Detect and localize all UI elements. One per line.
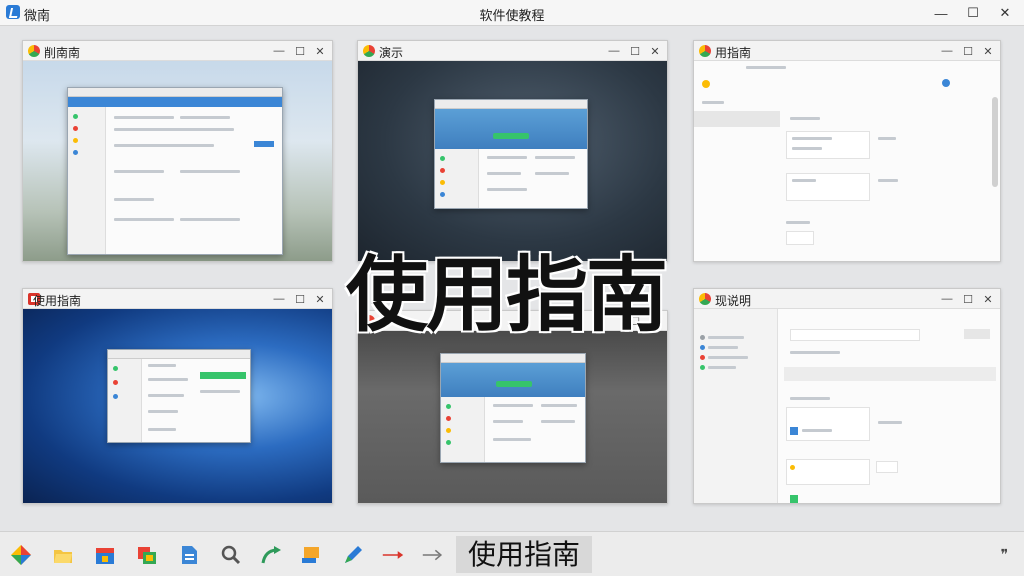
- thumbnail-window-4[interactable]: 使用指南 — ☐ ✕: [22, 288, 333, 504]
- thumbnail-preview: [694, 61, 1000, 261]
- folder-icon[interactable]: [52, 544, 74, 566]
- thumbnail-window-2[interactable]: 演示 — ☐ ✕: [357, 40, 668, 262]
- thumbnail-titlebar: 现说明 — ☐ ✕: [694, 289, 1000, 309]
- thumbnail-minimize-button[interactable]: —: [605, 42, 623, 60]
- thumbnail-close-button[interactable]: ✕: [311, 42, 329, 60]
- diamond-icon[interactable]: [10, 544, 32, 566]
- color-circle-icon: [699, 293, 711, 305]
- thumbnail-close-button[interactable]: ✕: [979, 290, 997, 308]
- preview-app-window: [440, 353, 586, 463]
- thumbnail-minimize-button[interactable]: —: [270, 42, 288, 60]
- red-arrow-icon[interactable]: [382, 544, 404, 566]
- thumbnail-preview: [23, 61, 332, 261]
- thumbnail-minimize-button[interactable]: —: [938, 42, 956, 60]
- arrow-curve-icon[interactable]: [260, 544, 282, 566]
- search-icon[interactable]: [220, 544, 242, 566]
- thumbnail-window-3[interactable]: 用指南 — ☐ ✕: [693, 40, 1001, 262]
- thumbnail-close-button[interactable]: ✕: [311, 290, 329, 308]
- gray-arrow-icon[interactable]: [422, 544, 444, 566]
- window-grid: 削南南 — ☐ ✕ 演示 — ☐ ✕ 用指南 — ☐ ✕ 使用指南 — ☐ ✕ …: [0, 26, 1024, 531]
- thumbnail-preview: [358, 331, 667, 503]
- tray-icon[interactable]: ❞: [1000, 546, 1008, 563]
- gallery-icon[interactable]: [136, 544, 158, 566]
- taskbar-active-app[interactable]: 使用指南: [456, 536, 592, 573]
- preview-app-window: [67, 87, 283, 255]
- thumbnail-maximize-button[interactable]: ☐: [959, 42, 977, 60]
- thumbnail-preview: [23, 309, 332, 503]
- thumbnail-preview: [694, 309, 1000, 503]
- paint-icon[interactable]: [300, 544, 322, 566]
- thumbnail-window-6[interactable]: 现说明 — ☐ ✕: [693, 288, 1001, 504]
- thumbnail-maximize-button[interactable]: ☐: [626, 42, 644, 60]
- overlay-title: 使用指南: [346, 248, 668, 343]
- thumbnail-titlebar: 削南南 — ☐ ✕: [23, 41, 332, 61]
- app-titlebar: 微南 软件使教程 — ☐ ✕: [0, 0, 1024, 26]
- thumbnail-minimize-button[interactable]: —: [270, 290, 288, 308]
- thumbnail-title: 演示: [379, 46, 404, 60]
- scrollbar[interactable]: [992, 97, 998, 187]
- thumbnail-close-button[interactable]: ✕: [646, 42, 664, 60]
- thumbnail-title: 用指南: [715, 46, 752, 60]
- thumbnail-title: 现说明: [715, 294, 752, 308]
- thumbnail-titlebar: 用指南 — ☐ ✕: [694, 41, 1000, 61]
- thumbnail-close-button[interactable]: ✕: [979, 42, 997, 60]
- thumbnail-title: 使用指南: [33, 294, 82, 308]
- thumbnail-maximize-button[interactable]: ☐: [291, 290, 309, 308]
- thumbnail-titlebar: 演示 — ☐ ✕: [358, 41, 667, 61]
- close-button[interactable]: ✕: [988, 0, 1022, 26]
- window-title: 软件使教程: [479, 8, 545, 23]
- thumbnail-maximize-button[interactable]: ☐: [291, 42, 309, 60]
- pen-icon[interactable]: [342, 544, 364, 566]
- thumbnail-window-1[interactable]: 削南南 — ☐ ✕: [22, 40, 333, 262]
- minimize-button[interactable]: —: [924, 0, 958, 26]
- thumbnail-titlebar: 使用指南 — ☐ ✕: [23, 289, 332, 309]
- thumbnail-preview: [358, 61, 667, 261]
- color-circle-icon: [699, 45, 711, 57]
- thumbnail-title: 削南南: [44, 46, 81, 60]
- color-circle-icon: [363, 45, 375, 57]
- thumbnail-minimize-button[interactable]: —: [938, 290, 956, 308]
- app-logo-icon: [6, 5, 20, 19]
- app-name: 微南: [24, 8, 51, 23]
- document-icon[interactable]: [178, 544, 200, 566]
- color-circle-icon: [28, 45, 40, 57]
- preview-app-window: [434, 99, 588, 209]
- store-icon[interactable]: [94, 544, 116, 566]
- preview-app-window: [107, 349, 251, 443]
- maximize-button[interactable]: ☐: [956, 0, 990, 26]
- taskbar: 使用指南 ❞: [0, 531, 1024, 576]
- thumbnail-maximize-button[interactable]: ☐: [959, 290, 977, 308]
